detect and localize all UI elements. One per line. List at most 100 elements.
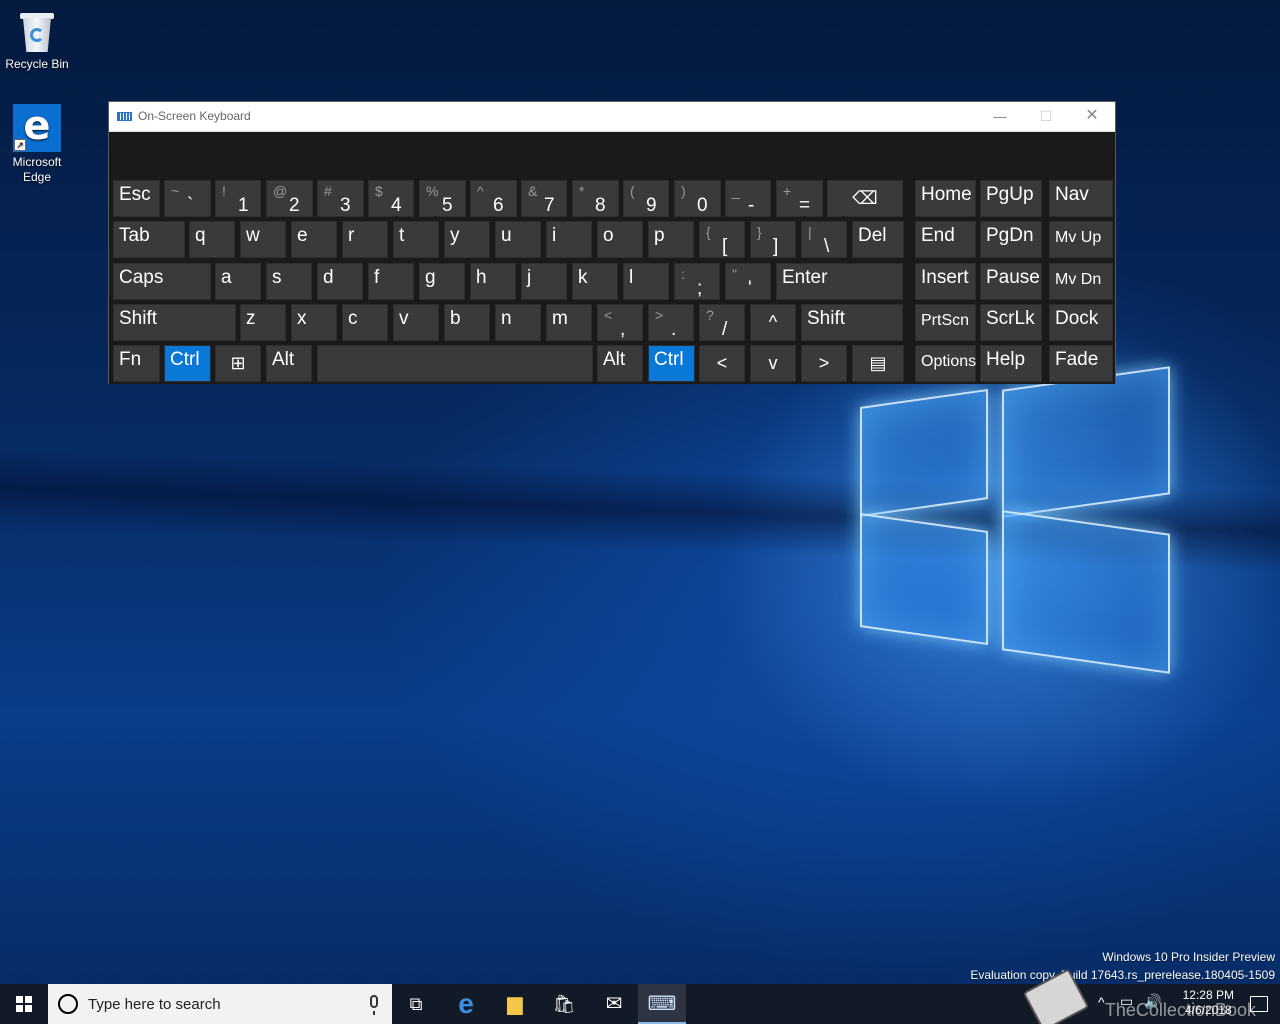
key-k[interactable]: k <box>572 263 618 300</box>
key-prtscn[interactable]: PrtScn <box>915 304 976 341</box>
key-m[interactable]: m <box>546 304 592 341</box>
close-button[interactable]: ✕ <box>1069 102 1115 132</box>
key-dock[interactable]: Dock <box>1049 304 1113 341</box>
key-k2[interactable]: @2 <box>266 180 313 217</box>
maximize-button[interactable]: ☐ <box>1023 102 1069 132</box>
osk-titlebar[interactable]: On-Screen Keyboard — ☐ ✕ <box>109 102 1115 132</box>
edge-desktop-icon[interactable]: e ↗ Microsoft Edge <box>0 104 74 185</box>
key-menu[interactable]: ▤ <box>852 345 904 382</box>
key-t[interactable]: t <box>393 221 439 258</box>
key-y[interactable]: y <box>444 221 490 258</box>
key-c[interactable]: c <box>342 304 388 341</box>
key-options[interactable]: Options <box>915 345 976 382</box>
key-d[interactable]: d <box>317 263 363 300</box>
key-pgdn[interactable]: PgDn <box>980 221 1042 258</box>
key-z[interactable]: z <box>240 304 286 341</box>
start-button[interactable] <box>0 984 48 1024</box>
key-k1[interactable]: ! 1 <box>215 180 261 217</box>
key-k4[interactable]: $4 <box>368 180 414 217</box>
key-tab[interactable]: Tab <box>113 221 185 258</box>
key-g[interactable]: g <box>419 263 465 300</box>
minimize-button[interactable]: — <box>977 102 1023 132</box>
key-lshift[interactable]: Shift <box>113 304 236 341</box>
key-left[interactable]: < <box>699 345 745 382</box>
edge-taskbar-button[interactable]: e <box>442 984 490 1024</box>
key-help[interactable]: Help <box>980 345 1042 382</box>
key-k9[interactable]: (9 <box>623 180 669 217</box>
key-k3[interactable]: #3 <box>317 180 364 217</box>
key-f[interactable]: f <box>368 263 414 300</box>
key-rbracket[interactable]: }] <box>750 221 796 258</box>
key-fade[interactable]: Fade <box>1049 345 1113 382</box>
recycle-bin-desktop-icon[interactable]: Recycle Bin <box>0 8 74 72</box>
key-k7[interactable]: & 7 <box>521 180 567 217</box>
key-pause[interactable]: Pause <box>980 263 1042 300</box>
key-insert[interactable]: Insert <box>915 263 976 300</box>
key-minus[interactable]: _ - <box>725 180 771 217</box>
store-button[interactable]: 🛍 <box>540 984 588 1024</box>
key-space[interactable] <box>317 345 593 382</box>
key-scrlk[interactable]: ScrLk <box>980 304 1042 341</box>
file-explorer-button[interactable]: ▆ <box>491 984 539 1024</box>
key-lctrl[interactable]: Ctrl <box>164 345 211 382</box>
mail-button[interactable]: ✉ <box>590 984 638 1024</box>
key-mvup[interactable]: Mv Up <box>1049 221 1113 258</box>
key-e[interactable]: e <box>291 221 337 258</box>
key-esc[interactable]: Esc <box>113 180 160 217</box>
key-l[interactable]: l <box>623 263 669 300</box>
key-backtick[interactable]: ~ ` <box>164 180 211 217</box>
key-quote[interactable]: " ' <box>725 263 771 300</box>
key-lbracket[interactable]: {[ <box>699 221 745 258</box>
key-lalt[interactable]: Alt <box>266 345 312 382</box>
key-fn[interactable]: Fn <box>113 345 160 382</box>
osk-taskbar-button[interactable]: ⌨ <box>638 984 686 1024</box>
key-k8[interactable]: * 8 <box>572 180 619 217</box>
key-home[interactable]: Home <box>915 180 976 217</box>
key-end[interactable]: End <box>915 221 976 258</box>
key-win[interactable]: ⊞ <box>215 345 261 382</box>
key-b[interactable]: b <box>444 304 490 341</box>
key-backslash[interactable]: | \ <box>801 221 847 258</box>
key-p[interactable]: p <box>648 221 694 258</box>
key-rshift[interactable]: Shift <box>801 304 903 341</box>
key-down[interactable]: v <box>750 345 796 382</box>
key-backspace[interactable]: ⌫ <box>827 180 903 217</box>
on-screen-keyboard-window[interactable]: On-Screen Keyboard — ☐ ✕ Esc ~ `! 1 @2 #3 $4% 5… <box>108 101 1116 384</box>
key-i[interactable]: i <box>546 221 592 258</box>
key-a[interactable]: a <box>215 263 261 300</box>
microphone-icon[interactable] <box>370 995 378 1015</box>
key-period[interactable]: >. <box>648 304 694 341</box>
key-caps[interactable]: Caps <box>113 263 211 300</box>
key-ralt[interactable]: Alt <box>597 345 643 382</box>
key-rctrl[interactable]: Ctrl <box>648 345 695 382</box>
key-r[interactable]: r <box>342 221 388 258</box>
key-k6[interactable]: ^ 6 <box>470 180 517 217</box>
key-semicolon[interactable]: :; <box>674 263 720 300</box>
key-o[interactable]: o <box>597 221 643 258</box>
key-slash[interactable]: ? / <box>699 304 745 341</box>
key-comma[interactable]: <, <box>597 304 643 341</box>
key-del[interactable]: Del <box>852 221 904 258</box>
key-nav[interactable]: Nav <box>1049 180 1113 217</box>
key-k0[interactable]: ) 0 <box>674 180 721 217</box>
key-j[interactable]: j <box>521 263 567 300</box>
key-enter[interactable]: Enter <box>776 263 903 300</box>
key-pgup[interactable]: PgUp <box>980 180 1042 217</box>
key-right[interactable]: > <box>801 345 847 382</box>
key-q[interactable]: q <box>189 221 235 258</box>
key-x[interactable]: x <box>291 304 337 341</box>
key-w[interactable]: w <box>240 221 286 258</box>
chevron-up-icon[interactable]: ^ <box>1098 994 1105 1010</box>
key-h[interactable]: h <box>470 263 516 300</box>
key-up[interactable]: ^ <box>750 304 796 341</box>
key-k7-base-label: 7 <box>544 195 555 216</box>
key-v[interactable]: v <box>393 304 439 341</box>
task-view-button[interactable]: ⧉ <box>392 984 440 1024</box>
key-equals[interactable]: + = <box>776 180 823 217</box>
key-s[interactable]: s <box>266 263 312 300</box>
key-mvdn[interactable]: Mv Dn <box>1049 263 1113 300</box>
key-k5[interactable]: % 5 <box>419 180 466 217</box>
search-input[interactable]: Type here to search <box>48 984 392 1024</box>
key-u[interactable]: u <box>495 221 541 258</box>
key-n[interactable]: n <box>495 304 541 341</box>
